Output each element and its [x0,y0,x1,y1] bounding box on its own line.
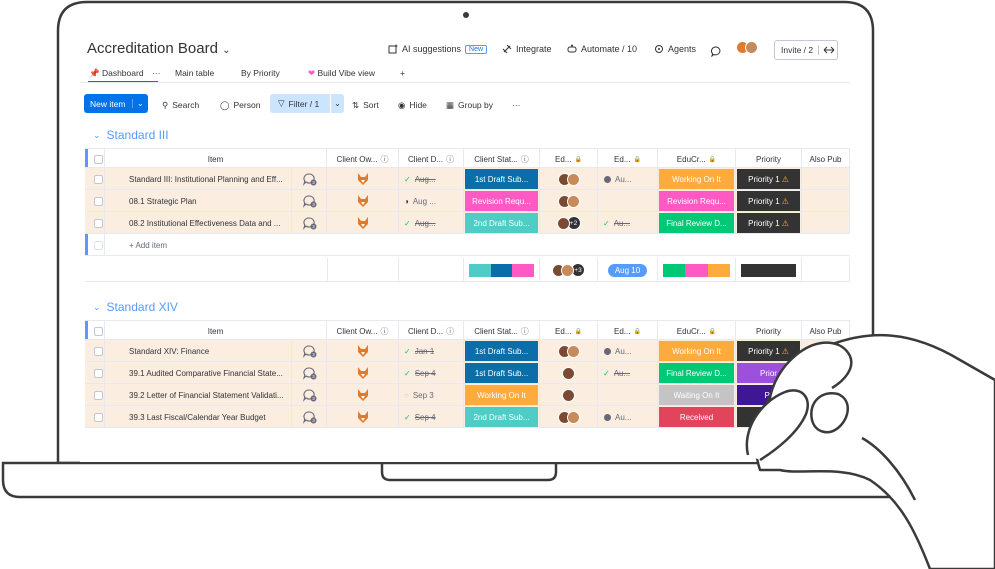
hand-illustration [745,333,995,569]
stage: Accreditation Board ⌄ AI suggestions New… [0,0,995,569]
